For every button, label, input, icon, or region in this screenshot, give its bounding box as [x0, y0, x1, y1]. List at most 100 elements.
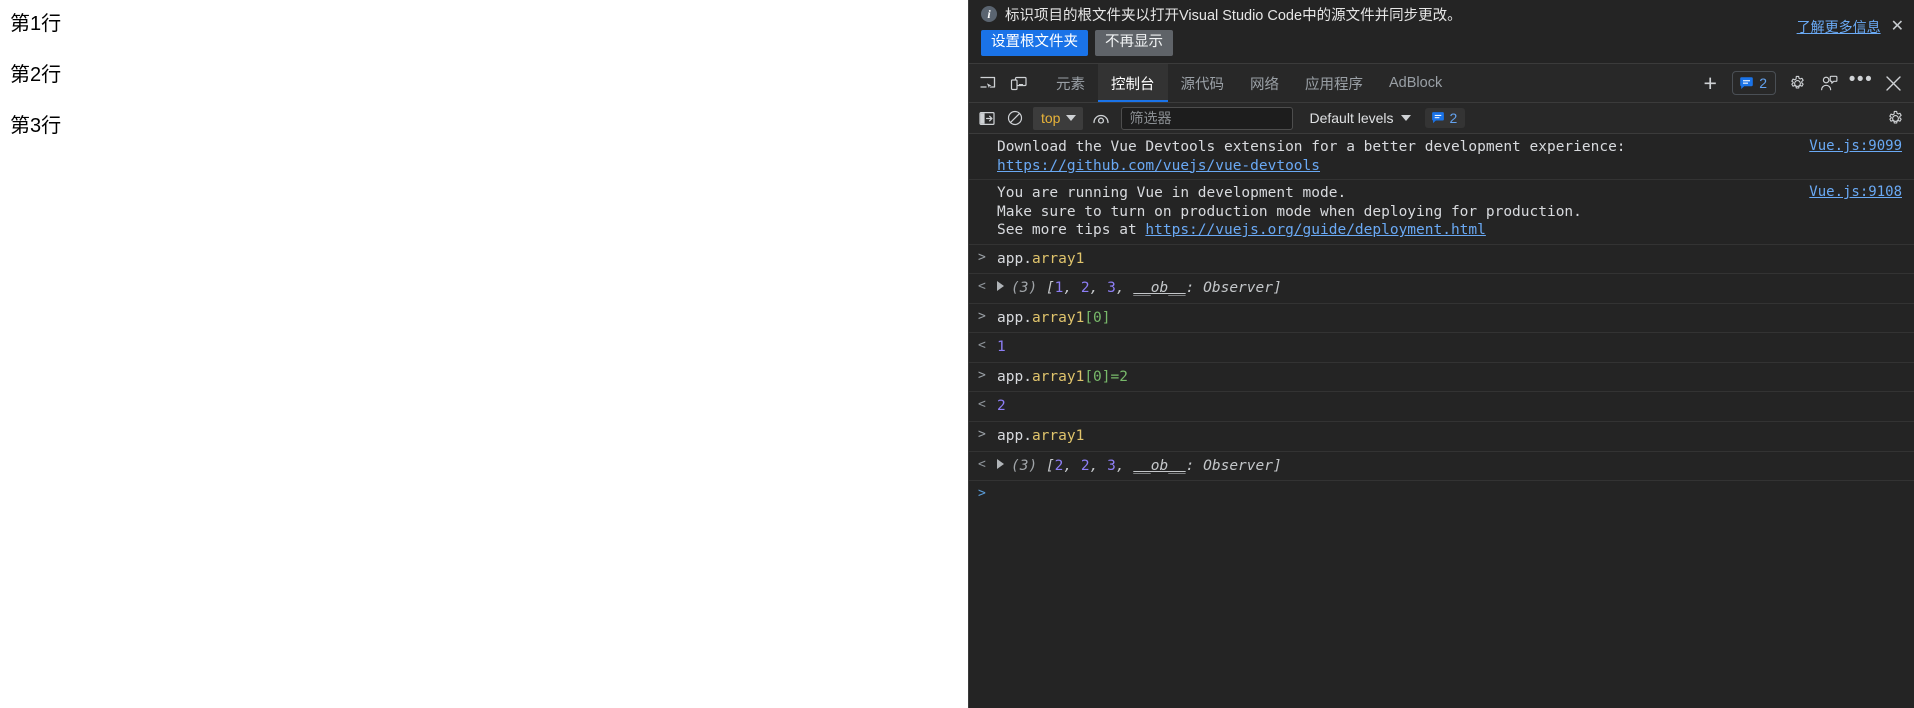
add-panel-icon[interactable]: +: [1694, 71, 1726, 95]
tab-list: 元素 控制台 源代码 网络 应用程序 AdBlock: [1043, 64, 1455, 102]
output-value: 2: [997, 398, 1006, 415]
device-toolbar-icon[interactable]: [1003, 64, 1034, 102]
execution-context-selector[interactable]: top: [1033, 106, 1084, 130]
issue-count: 2: [1449, 110, 1458, 126]
console-prompt-row[interactable]: >: [969, 481, 1914, 506]
output-marker-icon: <: [978, 279, 986, 295]
observer-value: Observer: [1203, 457, 1273, 474]
console-output[interactable]: Vue.js:9099 Download the Vue Devtools ex…: [969, 134, 1914, 708]
workspace-info-banner: i 标识项目的根文件夹以打开Visual Studio Code中的源文件并同步…: [969, 0, 1914, 64]
page-line: 第2行: [10, 64, 62, 86]
expression-dot: .: [1023, 309, 1032, 326]
close-icon[interactable]: ✕: [1889, 19, 1906, 35]
log-levels-selector[interactable]: Default levels: [1309, 110, 1411, 126]
array-open-bracket: [: [1045, 280, 1055, 297]
speech-bubble-icon: [1431, 112, 1444, 124]
speech-bubble-icon: [1740, 76, 1754, 89]
close-devtools-icon[interactable]: [1878, 68, 1908, 98]
output-marker-icon: <: [978, 397, 986, 413]
tab-console[interactable]: 控制台: [1098, 64, 1168, 102]
expression-index: [0]: [1084, 368, 1111, 385]
prompt-marker-icon: >: [978, 486, 986, 502]
array-count: (3): [1011, 457, 1038, 474]
observer-key: __ob__: [1133, 457, 1186, 474]
page-line: 第1行: [10, 13, 62, 35]
console-message: Vue.js:9108 You are running Vue in devel…: [969, 180, 1914, 245]
console-output-row[interactable]: < (3) [1, 2, 3, __ob__: Observer]: [969, 274, 1914, 304]
source-link[interactable]: Vue.js:9099: [1809, 138, 1902, 156]
learn-more-link[interactable]: 了解更多信息: [1797, 17, 1881, 37]
message-text: Make sure to turn on production mode whe…: [997, 203, 1582, 220]
console-output-row[interactable]: < (3) [2, 2, 3, __ob__: Observer]: [969, 452, 1914, 482]
tab-sources[interactable]: 源代码: [1168, 64, 1238, 102]
array-close-bracket: ]: [1272, 280, 1282, 297]
message-text: Download the Vue Devtools extension for …: [997, 139, 1626, 155]
array-close-bracket: ]: [1272, 457, 1282, 474]
observer-key: __ob__: [1133, 280, 1186, 297]
array-open-bracket: [: [1045, 457, 1055, 474]
tab-adblock[interactable]: AdBlock: [1376, 64, 1455, 102]
user-feedback-icon[interactable]: [1814, 68, 1844, 98]
input-marker-icon: >: [978, 308, 986, 324]
banner-message: 标识项目的根文件夹以打开Visual Studio Code中的源文件并同步更改…: [1005, 7, 1462, 24]
message-link[interactable]: https://github.com/vuejs/vue-devtools: [997, 158, 1320, 174]
expand-triangle-icon[interactable]: [997, 458, 1004, 469]
message-link[interactable]: https://vuejs.org/guide/deployment.html: [1145, 222, 1485, 238]
console-input-row[interactable]: > app.array1[0]=2: [969, 363, 1914, 393]
banner-message-row: i 标识项目的根文件夹以打开Visual Studio Code中的源文件并同步…: [981, 0, 1904, 26]
console-message-badge[interactable]: 2: [1732, 71, 1776, 95]
expression-property: array1: [1031, 368, 1085, 385]
output-value: 1: [997, 339, 1006, 356]
output-marker-icon: <: [978, 456, 986, 472]
console-message: Vue.js:9099 Download the Vue Devtools ex…: [969, 134, 1914, 181]
observer-sep: :: [1185, 457, 1204, 474]
console-input-row[interactable]: > app.array1: [969, 422, 1914, 452]
expression-property: array1: [1031, 309, 1085, 326]
observer-value: Observer: [1203, 280, 1273, 297]
devtools-tabbar: 元素 控制台 源代码 网络 应用程序 AdBlock + 2 •••: [969, 64, 1914, 103]
console-output-row[interactable]: < 2: [969, 392, 1914, 423]
console-output-row[interactable]: < 1: [969, 333, 1914, 363]
set-root-folder-button[interactable]: 设置根文件夹: [981, 30, 1088, 57]
gear-icon[interactable]: [1782, 68, 1812, 98]
execution-context-value: top: [1041, 110, 1061, 126]
live-expression-icon[interactable]: [1088, 106, 1114, 130]
banner-right-actions: 了解更多信息 ✕: [1797, 17, 1906, 37]
page-line: 第3行: [10, 115, 62, 137]
expression-dot: .: [1023, 250, 1032, 267]
array-value: 3: [1107, 280, 1116, 297]
dont-show-again-button[interactable]: 不再显示: [1095, 30, 1173, 57]
clear-console-icon[interactable]: [1002, 106, 1028, 130]
expression-object: app: [997, 250, 1024, 267]
expression-property: array1: [1031, 250, 1085, 267]
issues-badge[interactable]: 2: [1424, 108, 1466, 128]
log-levels-value: Default levels: [1309, 110, 1394, 126]
message-text: You are running Vue in development mode.: [997, 185, 1347, 202]
devtools-panel: i 标识项目的根文件夹以打开Visual Studio Code中的源文件并同步…: [968, 0, 1914, 708]
expression-object: app: [997, 428, 1024, 445]
chevron-down-icon: [1066, 115, 1077, 121]
tab-network[interactable]: 网络: [1237, 64, 1292, 102]
tab-elements[interactable]: 元素: [1043, 64, 1098, 102]
expression-assignment: =2: [1110, 368, 1128, 385]
message-text: See more tips at: [997, 222, 1146, 239]
more-options-icon[interactable]: •••: [1846, 68, 1876, 98]
observer-sep: :: [1185, 280, 1204, 297]
inspect-element-icon[interactable]: [972, 64, 1003, 102]
tab-application[interactable]: 应用程序: [1292, 64, 1376, 102]
console-input-row[interactable]: > app.array1: [969, 245, 1914, 275]
expression-dot: .: [1023, 368, 1032, 385]
tabbar-actions: + 2 •••: [1694, 64, 1914, 102]
console-sidebar-icon[interactable]: [974, 106, 1000, 130]
input-marker-icon: >: [978, 427, 986, 443]
input-marker-icon: >: [978, 249, 986, 265]
console-input-row[interactable]: > app.array1[0]: [969, 304, 1914, 334]
console-filter-toolbar: top Default levels 2: [969, 103, 1914, 134]
console-settings-icon[interactable]: [1882, 106, 1908, 130]
message-count: 2: [1759, 75, 1767, 91]
expression-index: [0]: [1084, 309, 1111, 326]
filter-input[interactable]: [1121, 106, 1294, 130]
expand-triangle-icon[interactable]: [997, 281, 1004, 292]
banner-actions: 设置根文件夹 不再显示: [981, 30, 1904, 57]
source-link[interactable]: Vue.js:9108: [1809, 184, 1902, 202]
